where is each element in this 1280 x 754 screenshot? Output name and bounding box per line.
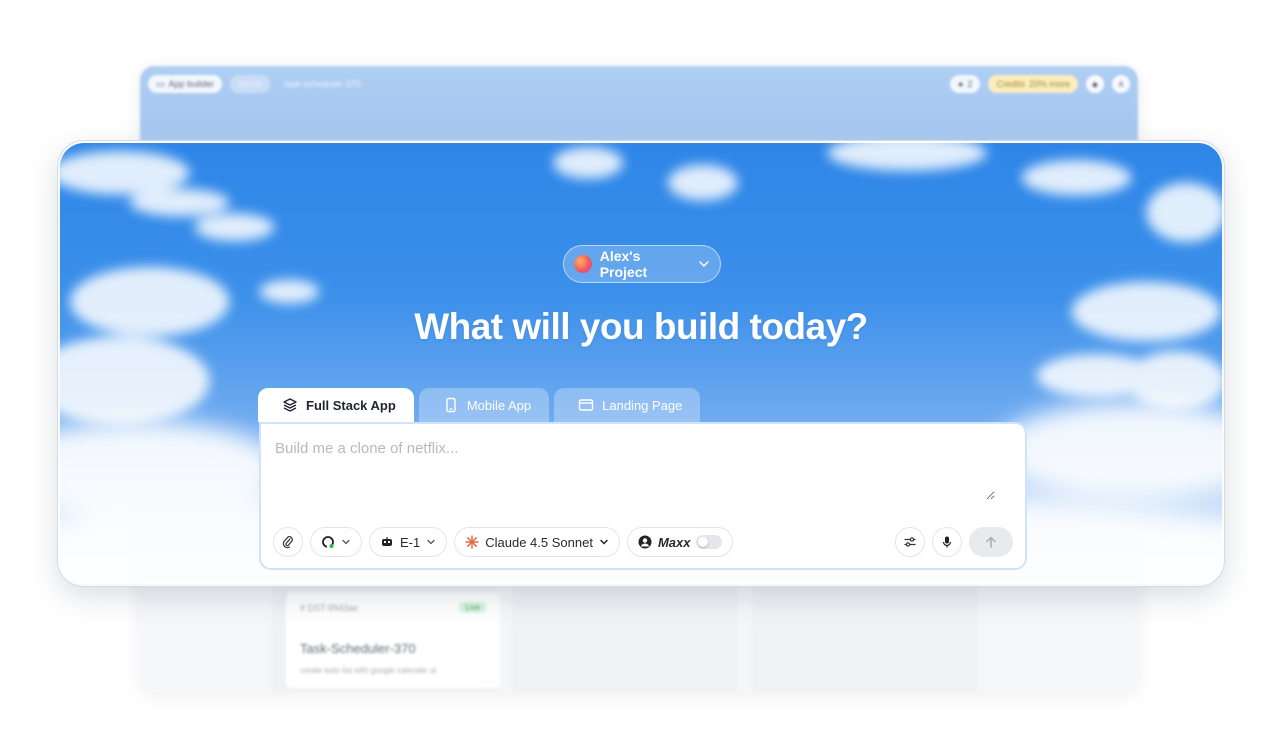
credits-badge: 20% more (1028, 79, 1070, 89)
attach-button[interactable] (273, 527, 303, 557)
background-avatar: A (1112, 75, 1130, 93)
tab-label: Mobile App (466, 397, 532, 413)
background-project-card: # DST-9943ae Live Task-Scheduler-370 cre… (286, 592, 500, 688)
settings-button[interactable] (895, 527, 925, 557)
card-id: # DST-9943ae (300, 602, 359, 613)
page-title: What will you build today? (414, 306, 868, 347)
github-icon (322, 536, 334, 548)
notification-icon: ◆ (1086, 75, 1104, 93)
github-button[interactable] (310, 527, 362, 557)
card-status-badge: Live (459, 602, 486, 613)
tab-landing-page[interactable]: Landing Page (554, 388, 701, 422)
credits-label: Credits (996, 79, 1025, 89)
microphone-button[interactable] (932, 527, 962, 557)
app-type-tabs: Full Stack App Mobile App Landing Page (258, 388, 701, 422)
background-breadcrumb: task-scheduler-370 (284, 79, 361, 89)
prompt-input[interactable] (275, 440, 995, 500)
app-builder-icon: ▭ (156, 78, 165, 89)
agent-selector[interactable]: E-1 (369, 527, 448, 557)
background-column (512, 586, 738, 692)
home-label: Home (238, 79, 263, 89)
background-count-pill: ● 2 (950, 75, 981, 93)
app-builder-label: App builder (168, 79, 215, 89)
claude-icon (465, 535, 479, 549)
background-topbar: ▭ App builder Home task-scheduler-370 ● … (140, 66, 1138, 102)
project-avatar (574, 255, 592, 273)
credits-pill: Credits 20% more (988, 75, 1078, 93)
agent-label: E-1 (400, 534, 421, 550)
model-label: Claude 4.5 Sonnet (485, 534, 593, 550)
tab-label: Landing Page (602, 397, 683, 413)
builder-window: Alex's Project What will you build today… (58, 141, 1224, 586)
project-selector[interactable]: Alex's Project (563, 245, 721, 283)
browser-window-icon (578, 399, 594, 411)
model-selector[interactable]: Claude 4.5 Sonnet (454, 527, 620, 557)
composer-toolbar: E-1 Claude 4.5 Sonnet Maxx (273, 527, 1013, 557)
maxx-toggle-group: Maxx (626, 527, 734, 557)
chevron-down-icon (699, 261, 709, 267)
tab-full-stack-app[interactable]: Full Stack App (258, 388, 414, 422)
drop-icon: ● (958, 79, 964, 89)
maxx-toggle[interactable] (696, 535, 723, 549)
home-pill: Home (230, 75, 271, 93)
chevron-down-icon (427, 539, 435, 545)
background-count: 2 (967, 79, 973, 89)
paperclip-icon (282, 536, 293, 549)
card-description: create todo list with google calendar ui (300, 666, 437, 675)
app-builder-pill: ▭ App builder (148, 75, 223, 93)
chevron-down-icon (342, 539, 350, 545)
user-circle-icon (638, 535, 652, 549)
maxx-label: Maxx (657, 534, 691, 550)
card-title: Task-Scheduler-370 (300, 641, 416, 656)
send-button[interactable] (969, 527, 1013, 557)
tab-mobile-app[interactable]: Mobile App (418, 388, 550, 422)
microphone-icon (942, 536, 952, 548)
layers-icon (283, 398, 297, 412)
background-column (752, 586, 978, 692)
project-name: Alex's Project (599, 248, 648, 280)
robot-icon (382, 537, 392, 546)
sliders-icon (904, 537, 916, 547)
prompt-composer: E-1 Claude 4.5 Sonnet (259, 422, 1027, 570)
chevron-down-icon (600, 539, 608, 545)
arrow-up-icon (986, 536, 996, 548)
tab-label: Full Stack App (306, 397, 396, 413)
mobile-icon (446, 397, 456, 413)
